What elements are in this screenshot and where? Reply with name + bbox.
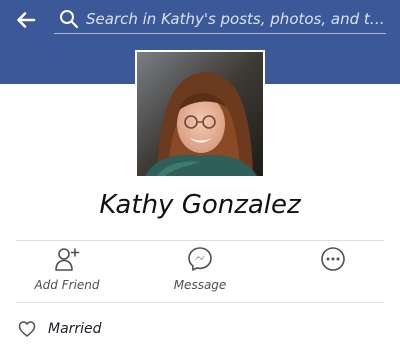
relationship-status-row: Married	[18, 318, 102, 340]
search-icon	[60, 9, 79, 28]
divider	[16, 240, 384, 241]
back-arrow-icon	[17, 12, 36, 28]
messenger-icon	[187, 246, 213, 272]
add-friend-icon	[54, 246, 80, 272]
add-friend-label: Add Friend	[34, 278, 100, 292]
profile-photo[interactable]	[135, 50, 265, 178]
add-friend-button[interactable]: Add Friend	[22, 246, 112, 296]
divider	[16, 302, 384, 303]
message-label: Message	[173, 278, 227, 292]
relationship-status-label: Married	[48, 321, 102, 337]
back-button[interactable]	[12, 6, 40, 34]
heart-outline-icon	[18, 321, 36, 337]
more-icon	[320, 246, 346, 272]
search-bar[interactable]	[54, 4, 386, 34]
profile-name: Kathy Gonzalez	[99, 190, 301, 220]
more-button[interactable]	[288, 246, 378, 296]
search-input[interactable]	[80, 5, 386, 32]
profile-photo-image	[137, 52, 263, 176]
message-button[interactable]: Message	[155, 246, 245, 296]
